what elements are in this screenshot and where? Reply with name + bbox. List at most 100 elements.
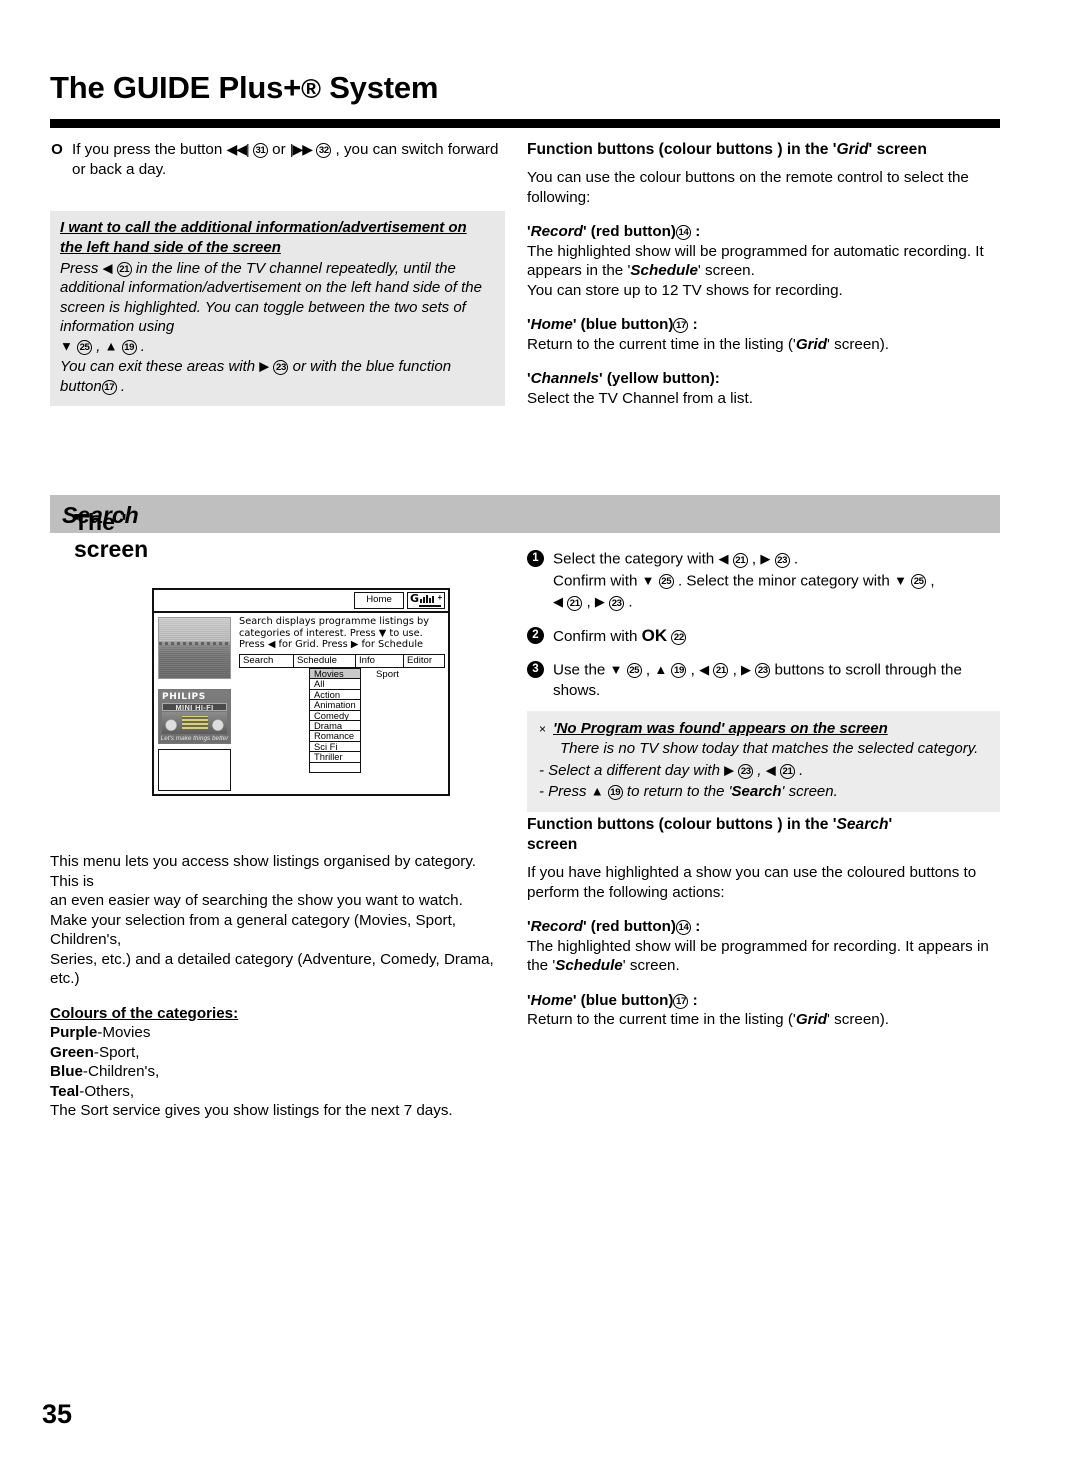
grid-record-storage-note: You can store up to 12 TV shows for reco… xyxy=(527,281,843,299)
tv-tab-schedule[interactable]: Schedule xyxy=(294,655,356,667)
grid-heading-emph: Grid xyxy=(836,141,869,158)
arrow-down-icon: ▼ xyxy=(641,572,655,588)
button-ref-21: 21 xyxy=(567,595,583,611)
logo-bars-icon xyxy=(420,595,434,603)
tv-advertisement-panel: PHILIPS MINI HI-FI Let's make things bet… xyxy=(158,689,231,744)
info-callout-body-2: You can exit these areas with ▶ 23 or wi… xyxy=(60,357,495,397)
colour-name: Purple xyxy=(50,1024,98,1041)
right-column-search-section: Function buttons (colour buttons ) in th… xyxy=(527,815,1000,1030)
search-home-label: 'Home' (blue button) 17 : xyxy=(527,991,698,1009)
tv-tab-search[interactable]: Search xyxy=(240,655,294,667)
warning-line-3: - Press ▲ 19 to return to the 'Search' s… xyxy=(539,783,838,800)
tv-title-bar: Home G + xyxy=(154,590,448,613)
colour-item-blue: Blue-Children's, xyxy=(50,1062,505,1082)
button-ref-25: 25 xyxy=(658,574,674,589)
sort-service-note: The Sort service gives you show listings… xyxy=(50,1102,453,1119)
grid-section-heading: Function buttons (colour buttons ) in th… xyxy=(527,141,927,158)
grid-section-intro: You can use the colour buttons on the re… xyxy=(527,169,969,206)
step-number: 2 xyxy=(527,626,544,644)
button-ref-25: 25 xyxy=(77,340,93,356)
grid-emph: Grid xyxy=(795,335,828,353)
button-ref-32: 32 xyxy=(316,143,332,158)
info-callout-heading-line1: I want to call the additional informatio… xyxy=(60,219,467,236)
intro-line2: an even easier way of searching the show… xyxy=(50,892,463,909)
slogan-label: Let's make things better xyxy=(160,735,229,742)
search-home-body: Return to the current time in the listin… xyxy=(527,1011,890,1028)
tv-body: Search displays programme listings by ca… xyxy=(154,613,448,795)
search-record-body: The highlighted show will be programmed … xyxy=(527,937,989,975)
colour-category: -Children's, xyxy=(82,1063,160,1080)
registered-mark-icon: ® xyxy=(301,74,321,104)
colour-item-green: Green-Sport, xyxy=(50,1043,505,1063)
arrow-up-icon: ▲ xyxy=(590,783,604,799)
grid-home-label: 'Home' (blue button) 17 : xyxy=(527,316,698,333)
arrow-left-icon: ◀ xyxy=(102,260,113,275)
tv-tab-info[interactable]: Info xyxy=(356,655,404,667)
button-ref-22: 22 xyxy=(671,629,687,645)
bullet-text: If you press the button ◀◀| 31 or |▶▶ 32… xyxy=(72,140,505,179)
colour-name: Green xyxy=(50,1043,94,1061)
info-callout-box: I want to call the additional informatio… xyxy=(50,211,505,406)
tv-category-item-empty[interactable] xyxy=(309,761,361,774)
button-ref-17: 17 xyxy=(101,380,117,396)
skip-forward-icon: |▶▶ xyxy=(289,141,313,157)
button-ref-25: 25 xyxy=(626,663,642,678)
step-text: Select the category with ◀ 21 , ▶ 23 . C… xyxy=(553,550,935,611)
colour-item-purple: Purple-Movies xyxy=(50,1023,505,1043)
tv-screen-mockup: Home G + Search displays programme listi… xyxy=(152,588,450,796)
right-column-steps: 1 Select the category with ◀ 21 , ▶ 23 .… xyxy=(527,548,1000,812)
button-ref-31: 31 xyxy=(252,143,268,158)
button-ref-21: 21 xyxy=(732,552,748,568)
page-title-suffix: System xyxy=(320,70,439,105)
warning-callout-box: × 'No Program was found' appears on the … xyxy=(527,711,1000,812)
tv-home-button[interactable]: Home xyxy=(354,592,404,609)
arrow-right-icon: ▶ xyxy=(760,551,771,566)
intro-line1: This menu lets you access show listings … xyxy=(50,853,477,890)
arrow-left-icon: ◀ xyxy=(718,551,729,566)
button-ref-14: 14 xyxy=(675,920,691,935)
info-body-2a: You can exit these areas with xyxy=(60,358,260,376)
arrow-right-icon: ▶ xyxy=(741,661,752,677)
button-ref-17: 17 xyxy=(673,318,689,333)
search-section-heading: Function buttons (colour buttons ) in th… xyxy=(527,816,893,853)
logo-underline xyxy=(419,605,441,607)
grid-channels-body: Select the TV Channel from a list. xyxy=(527,389,753,407)
tv-tab-editor[interactable]: Editor xyxy=(404,655,444,667)
button-ref-23: 23 xyxy=(273,360,289,376)
tv-empty-panel xyxy=(158,749,231,791)
button-ref-21: 21 xyxy=(779,763,795,779)
button-ref-19: 19 xyxy=(121,340,137,356)
product-name-label: MINI HI-FI xyxy=(162,703,227,712)
bullet-text-a: If you press the button xyxy=(72,141,227,158)
step-item-1: 1 Select the category with ◀ 21 , ▶ 23 .… xyxy=(527,548,1000,613)
button-ref-23: 23 xyxy=(738,763,754,779)
colour-item-teal: Teal-Others, xyxy=(50,1082,505,1102)
step-text: Confirm with OK 22 xyxy=(553,625,687,647)
tv-category-sport[interactable]: Sport xyxy=(376,669,399,680)
colour-category: -Sport, xyxy=(93,1043,140,1061)
arrow-up-icon: ▲ xyxy=(654,661,668,677)
button-ref-19: 19 xyxy=(671,663,687,678)
button-ref-23: 23 xyxy=(609,595,625,611)
tv-tab-bar: Search Schedule Info Editor xyxy=(239,654,445,668)
step-item-2: 2 Confirm with OK 22 xyxy=(527,625,1000,647)
skip-back-icon: ◀◀| xyxy=(226,141,250,157)
tv-preview-photo xyxy=(158,617,231,679)
button-ref-21: 21 xyxy=(713,663,729,678)
button-ref-17: 17 xyxy=(673,993,689,1009)
button-ref-25: 25 xyxy=(911,574,927,589)
step-number: 3 xyxy=(527,660,544,678)
button-ref-23: 23 xyxy=(755,663,771,678)
logo-letter: G xyxy=(410,592,420,605)
arrow-down-icon: ▼ xyxy=(894,572,907,588)
arrow-left-icon: ◀ xyxy=(553,594,563,609)
arrow-right-icon: ▶ xyxy=(724,762,735,777)
arrow-up-icon: ▲ xyxy=(104,338,118,354)
schedule-emph: Schedule xyxy=(630,262,698,279)
colour-name: Blue xyxy=(50,1063,83,1080)
arrow-down-icon: ▼ xyxy=(609,661,623,677)
warning-body: There is no TV show today that matches t… xyxy=(560,740,979,757)
search-heading-emph: Search xyxy=(836,816,889,833)
home-emph: Home xyxy=(530,316,573,333)
header-rule xyxy=(50,119,1000,128)
